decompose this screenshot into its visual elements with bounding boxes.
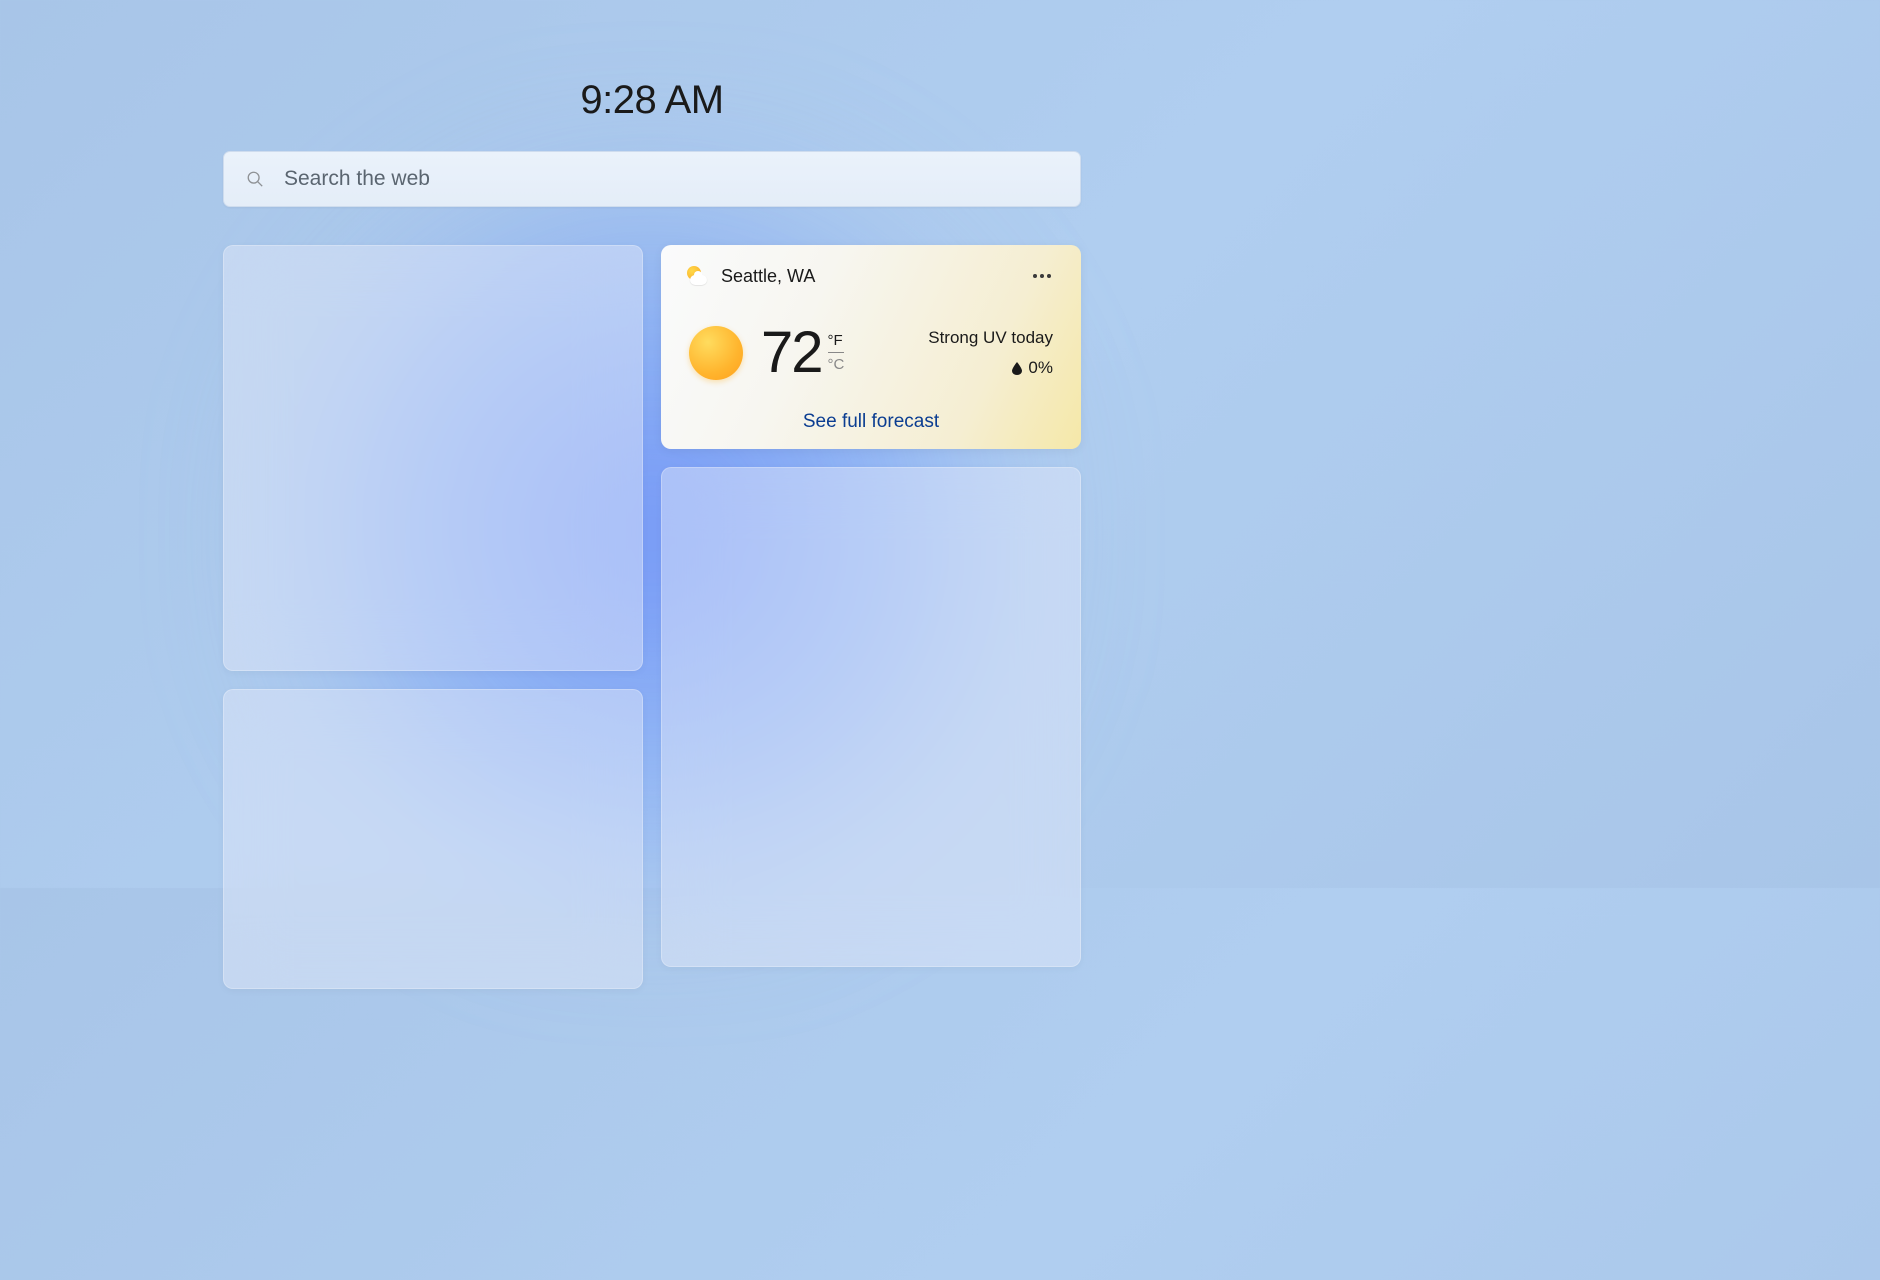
weather-app-icon bbox=[685, 265, 707, 287]
widgets-grid: Seattle, WA 72 °F °C bbox=[223, 245, 1081, 989]
clock-time: 9:28 AM bbox=[223, 78, 1081, 123]
weather-location: Seattle, WA bbox=[721, 266, 815, 287]
unit-fahrenheit[interactable]: °F bbox=[828, 332, 845, 353]
weather-widget[interactable]: Seattle, WA 72 °F °C bbox=[661, 245, 1081, 449]
droplet-icon bbox=[1012, 362, 1022, 375]
widget-placeholder-2[interactable] bbox=[223, 689, 643, 989]
sun-icon bbox=[689, 326, 743, 380]
widget-placeholder-1[interactable] bbox=[223, 245, 643, 671]
weather-more-button[interactable] bbox=[1027, 268, 1057, 284]
widget-placeholder-3[interactable] bbox=[661, 467, 1081, 967]
search-bar[interactable]: Search the web bbox=[223, 151, 1081, 207]
search-placeholder: Search the web bbox=[284, 167, 430, 191]
weather-condition: Strong UV today bbox=[928, 328, 1053, 348]
search-icon bbox=[246, 170, 264, 188]
unit-celsius[interactable]: °C bbox=[828, 353, 845, 373]
precipitation-value: 0% bbox=[1028, 358, 1053, 378]
temperature-value: 72 bbox=[761, 324, 822, 382]
forecast-link[interactable]: See full forecast bbox=[685, 411, 1057, 433]
